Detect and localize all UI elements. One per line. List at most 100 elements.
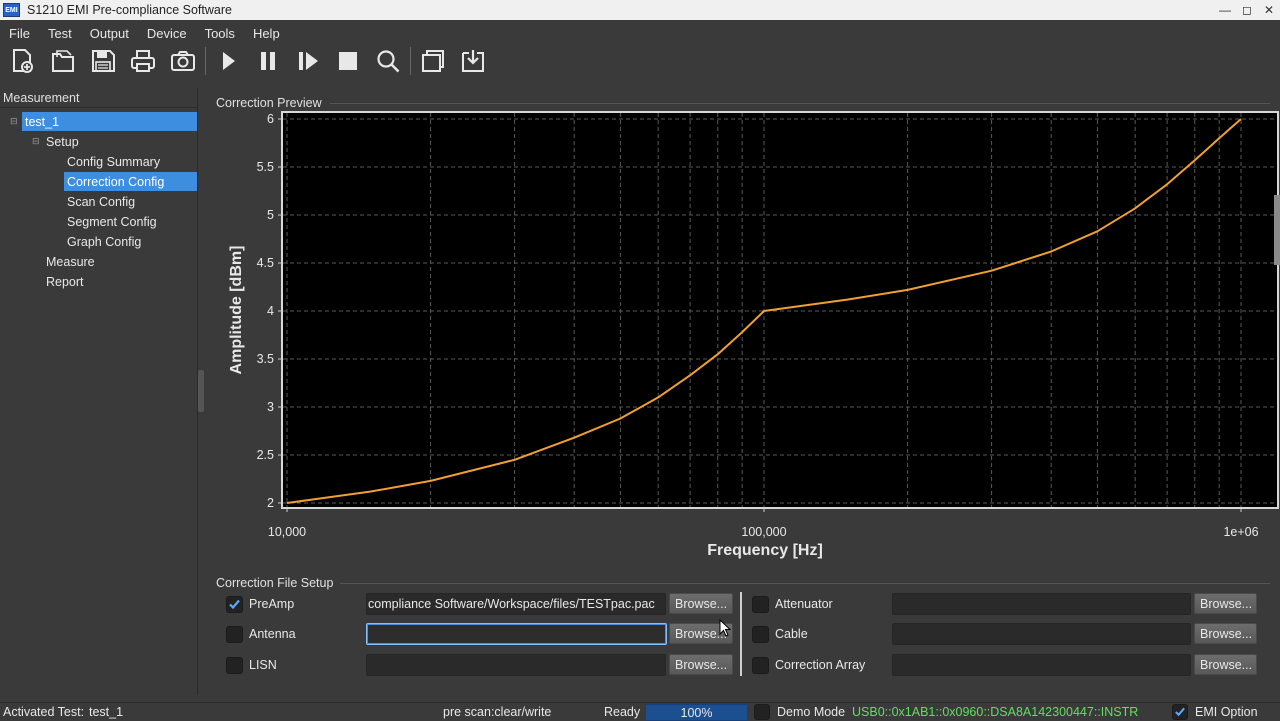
preamp-path-field[interactable]: compliance Software/Workspace/files/TEST… [366,593,666,615]
emi-option-label: EMI Option [1195,705,1258,719]
tree-item-scan-config[interactable]: Scan Config [64,192,139,211]
toolbar [0,44,1280,78]
stop-icon[interactable] [328,45,368,77]
open-folder-icon[interactable] [43,45,83,77]
y-tick-label: 4 [267,304,274,318]
divider [330,103,1270,104]
correction-array-checkbox[interactable] [752,656,769,674]
preamp-row: PreAmp [226,592,294,616]
plot-area [281,111,1279,509]
menu-help[interactable]: Help [244,26,289,41]
pause-icon[interactable] [248,45,288,77]
tree-item-config-summary[interactable]: Config Summary [64,152,164,171]
cable-row: Cable [752,622,808,646]
preamp-browse-button[interactable]: Browse... [669,593,733,614]
device-address-text: USB0::0x1AB1::0x0960::DSA8A142300447::IN… [852,705,1139,719]
y-tick-label: 5.5 [257,160,274,174]
divider [340,583,1270,584]
demo-mode-checkbox[interactable] [754,704,770,720]
attenuator-path-field[interactable] [892,593,1191,615]
checkmark-icon [229,599,240,609]
measurement-tree: Measurement ⊟ test_1 ⊟ Setup Config Summ… [0,88,198,695]
x-axis-label: Frequency [Hz] [707,542,823,559]
menu-output[interactable]: Output [81,26,138,41]
preamp-label: PreAmp [249,597,295,611]
collapse-icon[interactable]: ⊟ [32,136,40,147]
correction-chart: 2 2.5 3 3.5 4 4.5 5 5.5 6 10,000 100,000 1e+06 Frequ… [204,108,1280,568]
y-tick-label: 3 [267,400,274,414]
tree-item-setup[interactable]: Setup [43,132,83,151]
menu-test[interactable]: Test [39,26,81,41]
antenna-checkbox[interactable] [226,625,243,643]
menu-file[interactable]: File [0,26,39,41]
status-state-text: Ready [604,705,641,719]
attenuator-row: Attenuator [752,592,833,616]
new-file-icon[interactable] [3,45,43,77]
play-icon[interactable] [208,45,248,77]
cable-checkbox[interactable] [752,625,769,643]
scrollbar[interactable] [1274,195,1280,265]
toolbar-separator [205,47,206,75]
checkmark-icon [1175,707,1185,717]
lisn-label: LISN [249,658,277,672]
tree-item-graph-config[interactable]: Graph Config [64,232,145,251]
attenuator-browse-button[interactable]: Browse... [1194,593,1257,614]
antenna-row: Antenna [226,622,296,646]
tree-item-report[interactable]: Report [43,272,88,291]
progress-text: 100% [680,705,713,720]
emi-option-checkbox[interactable] [1172,704,1188,720]
window-icon[interactable] [413,45,453,77]
activated-test-label: Activated Test: [3,705,85,719]
close-icon[interactable]: ✕ [1258,0,1280,20]
preamp-checkbox[interactable] [226,595,243,613]
chart-svg: 2 2.5 3 3.5 4 4.5 5 5.5 6 10,000 100,000 1e+06 Frequ… [228,111,1279,559]
title-bar: EMI S1210 EMI Pre-compliance Software — … [0,0,1280,20]
menu-tools[interactable]: Tools [196,26,244,41]
window-title: S1210 EMI Pre-compliance Software [27,3,232,17]
correction-file-setup-label: Correction File Setup [216,576,334,590]
menu-device[interactable]: Device [138,26,196,41]
attenuator-label: Attenuator [775,597,833,611]
correction-array-browse-button[interactable]: Browse... [1194,654,1257,675]
print-icon[interactable] [123,45,163,77]
y-tick-label: 4.5 [257,256,274,270]
correction-array-row: Correction Array [752,653,865,677]
app-icon: EMI [3,3,20,17]
minimize-icon[interactable]: — [1214,0,1236,20]
camera-icon[interactable] [163,45,203,77]
x-tick-label: 1e+06 [1223,525,1258,539]
save-icon[interactable] [83,45,123,77]
correction-array-path-field[interactable] [892,654,1191,676]
x-tick-label: 100,000 [741,525,786,539]
tree-header: Measurement [0,88,197,108]
mouse-cursor-icon [719,619,731,637]
tree-item-test-1[interactable]: test_1 [22,112,197,131]
lisn-checkbox[interactable] [226,656,243,674]
status-bar: Activated Test: test_1 pre scan:clear/wr… [0,702,1280,721]
maximize-icon[interactable]: ◻ [1236,0,1258,20]
x-tick-label: 10,000 [268,525,306,539]
lisn-browse-button[interactable]: Browse... [669,654,733,675]
collapse-icon[interactable]: ⊟ [10,116,18,127]
lisn-path-field[interactable] [366,654,666,676]
menu-bar: File Test Output Device Tools Help [0,22,1280,44]
tree-item-segment-config[interactable]: Segment Config [64,212,161,231]
y-tick-label: 5 [267,208,274,222]
attenuator-checkbox[interactable] [752,595,769,613]
lisn-row: LISN [226,653,277,677]
cable-path-field[interactable] [892,623,1191,645]
y-tick-label: 2.5 [257,448,274,462]
activated-test-value: test_1 [89,705,124,719]
antenna-path-field[interactable] [366,623,667,645]
correction-array-label: Correction Array [775,658,866,672]
export-icon[interactable] [453,45,493,77]
y-axis-label: Amplitude [dBm] [228,246,245,375]
tree-item-correction-config[interactable]: Correction Config [64,172,197,191]
tree-item-measure[interactable]: Measure [43,252,99,271]
cable-label: Cable [775,627,808,641]
step-icon[interactable] [288,45,328,77]
y-tick-label: 3.5 [257,352,274,366]
search-icon[interactable] [368,45,408,77]
antenna-label: Antenna [249,627,296,641]
cable-browse-button[interactable]: Browse... [1194,623,1257,644]
